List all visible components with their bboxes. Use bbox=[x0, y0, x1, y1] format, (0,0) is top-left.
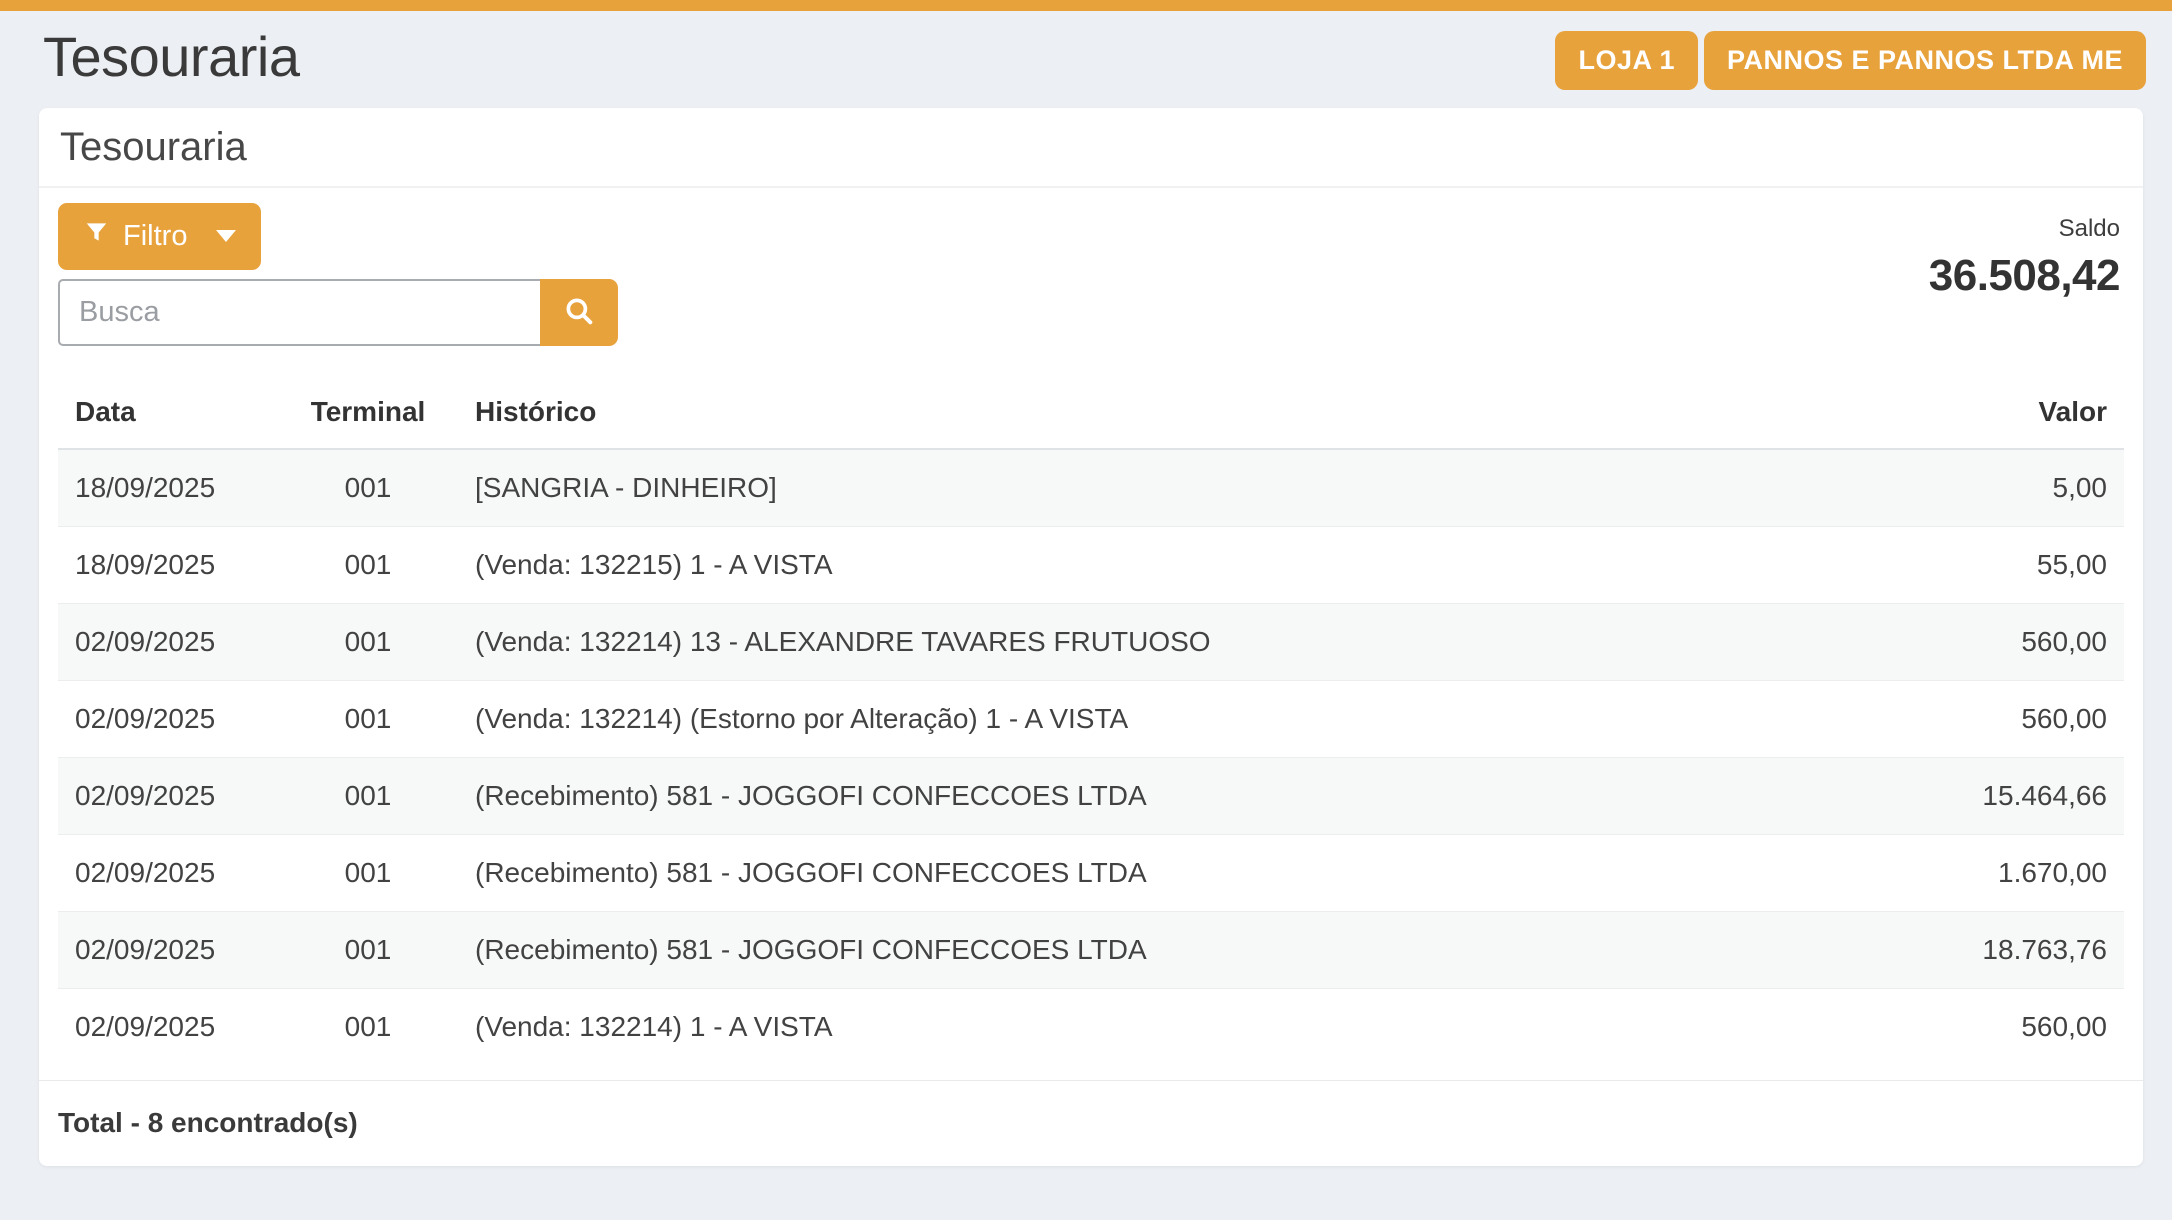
cell-historico: [SANGRIA - DINHEIRO] bbox=[458, 449, 1894, 527]
cell-data: 02/09/2025 bbox=[58, 834, 278, 911]
cell-valor: 55,00 bbox=[1894, 526, 2124, 603]
cell-terminal: 001 bbox=[278, 526, 458, 603]
table-row[interactable]: 02/09/2025 001 (Venda: 132214) (Estorno … bbox=[58, 680, 2124, 757]
cell-data: 18/09/2025 bbox=[58, 449, 278, 527]
search-icon bbox=[562, 294, 596, 331]
table-total-footer: Total - 8 encontrado(s) bbox=[39, 1080, 2143, 1166]
column-header-historico: Histórico bbox=[458, 386, 1894, 449]
cell-data: 02/09/2025 bbox=[58, 680, 278, 757]
saldo-label: Saldo bbox=[1929, 216, 2120, 242]
table-row[interactable]: 18/09/2025 001 (Venda: 132215) 1 - A VIS… bbox=[58, 526, 2124, 603]
saldo-value: 36.508,42 bbox=[1929, 251, 2120, 301]
card-body: Filtro Saldo 36.508,42 Data bbox=[39, 188, 2143, 1065]
search-button[interactable] bbox=[540, 279, 618, 346]
saldo-block: Saldo 36.508,42 bbox=[1929, 216, 2120, 301]
cell-valor: 15.464,66 bbox=[1894, 757, 2124, 834]
cell-historico: (Recebimento) 581 - JOGGOFI CONFECCOES L… bbox=[458, 834, 1894, 911]
store-badges: LOJA 1 PANNOS E PANNOS LTDA ME bbox=[1555, 31, 2146, 90]
search-row bbox=[58, 279, 618, 346]
cell-terminal: 001 bbox=[278, 834, 458, 911]
column-header-valor: Valor bbox=[1894, 386, 2124, 449]
cell-historico: (Venda: 132214) 13 - ALEXANDRE TAVARES F… bbox=[458, 603, 1894, 680]
cell-terminal: 001 bbox=[278, 757, 458, 834]
cell-historico: (Venda: 132214) (Estorno por Alteração) … bbox=[458, 680, 1894, 757]
cell-historico: (Venda: 132215) 1 - A VISTA bbox=[458, 526, 1894, 603]
table-row[interactable]: 02/09/2025 001 (Recebimento) 581 - JOGGO… bbox=[58, 757, 2124, 834]
column-header-terminal: Terminal bbox=[278, 386, 458, 449]
filter-button[interactable]: Filtro bbox=[58, 203, 261, 270]
cell-historico: (Recebimento) 581 - JOGGOFI CONFECCOES L… bbox=[458, 757, 1894, 834]
cell-terminal: 001 bbox=[278, 449, 458, 527]
cell-data: 02/09/2025 bbox=[58, 988, 278, 1065]
caret-down-icon bbox=[216, 230, 236, 242]
table-row[interactable]: 02/09/2025 001 (Recebimento) 581 - JOGGO… bbox=[58, 911, 2124, 988]
filter-icon bbox=[83, 219, 110, 253]
search-input[interactable] bbox=[58, 279, 540, 346]
cell-data: 02/09/2025 bbox=[58, 757, 278, 834]
store-badge-company[interactable]: PANNOS E PANNOS LTDA ME bbox=[1704, 31, 2146, 90]
top-accent-bar bbox=[0, 0, 2172, 11]
table-body: 18/09/2025 001 [SANGRIA - DINHEIRO] 5,00… bbox=[58, 449, 2124, 1065]
cell-terminal: 001 bbox=[278, 680, 458, 757]
page-title: Tesouraria bbox=[43, 21, 299, 94]
table-row[interactable]: 02/09/2025 001 (Venda: 132214) 13 - ALEX… bbox=[58, 603, 2124, 680]
cell-valor: 560,00 bbox=[1894, 603, 2124, 680]
cell-valor: 560,00 bbox=[1894, 680, 2124, 757]
cell-data: 18/09/2025 bbox=[58, 526, 278, 603]
cell-valor: 560,00 bbox=[1894, 988, 2124, 1065]
cell-valor: 5,00 bbox=[1894, 449, 2124, 527]
table-row[interactable]: 02/09/2025 001 (Recebimento) 581 - JOGGO… bbox=[58, 834, 2124, 911]
cell-terminal: 001 bbox=[278, 988, 458, 1065]
table-row[interactable]: 02/09/2025 001 (Venda: 132214) 1 - A VIS… bbox=[58, 988, 2124, 1065]
cell-data: 02/09/2025 bbox=[58, 603, 278, 680]
tesouraria-card: Tesouraria Filtro Saldo 36.508,42 bbox=[39, 108, 2143, 1166]
store-badge-loja[interactable]: LOJA 1 bbox=[1555, 31, 1698, 90]
column-header-data: Data bbox=[58, 386, 278, 449]
cell-data: 02/09/2025 bbox=[58, 911, 278, 988]
cell-historico: (Recebimento) 581 - JOGGOFI CONFECCOES L… bbox=[458, 911, 1894, 988]
table-header-row: Data Terminal Histórico Valor bbox=[58, 386, 2124, 449]
cell-terminal: 001 bbox=[278, 911, 458, 988]
cell-historico: (Venda: 132214) 1 - A VISTA bbox=[458, 988, 1894, 1065]
cell-valor: 18.763,76 bbox=[1894, 911, 2124, 988]
cell-terminal: 001 bbox=[278, 603, 458, 680]
filter-button-label: Filtro bbox=[123, 220, 187, 253]
page-header: Tesouraria LOJA 1 PANNOS E PANNOS LTDA M… bbox=[0, 11, 2172, 94]
card-title: Tesouraria bbox=[39, 108, 2143, 188]
table-row[interactable]: 18/09/2025 001 [SANGRIA - DINHEIRO] 5,00 bbox=[58, 449, 2124, 527]
cell-valor: 1.670,00 bbox=[1894, 834, 2124, 911]
transactions-table: Data Terminal Histórico Valor 18/09/2025… bbox=[58, 386, 2124, 1065]
